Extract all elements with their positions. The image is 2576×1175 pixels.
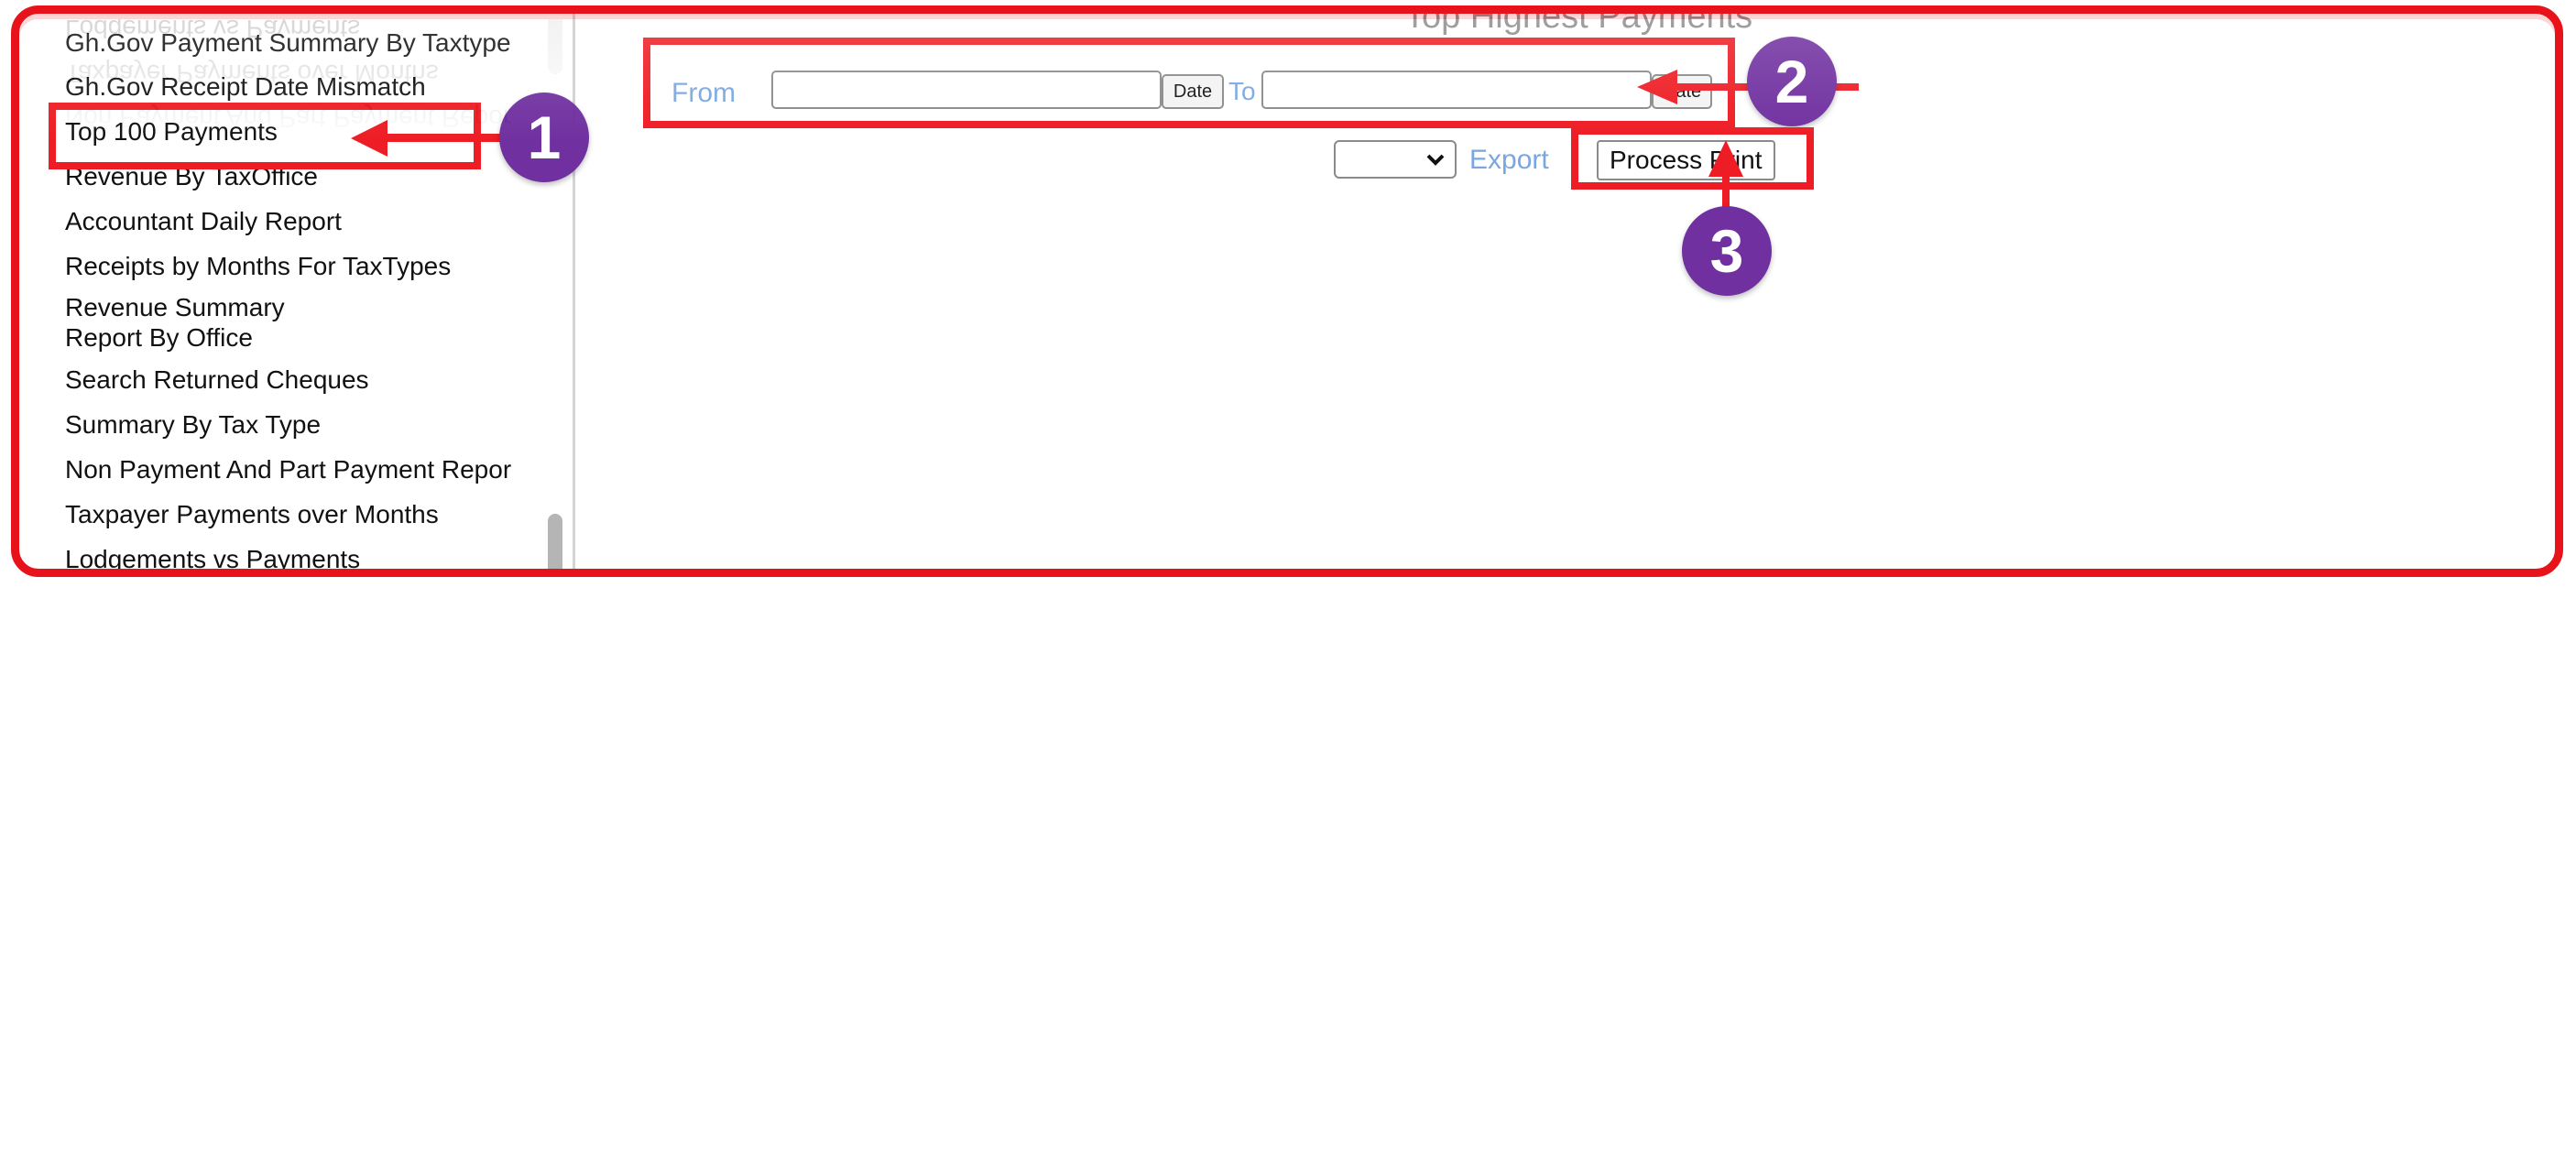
export-format-select[interactable] (1334, 140, 1457, 179)
sidebar-item-non-payment-part-payment[interactable]: Non Payment And Part Payment Repor (65, 454, 511, 485)
sidebar-item-revenue-summary-by-office[interactable]: Revenue Summary Report By Office (65, 292, 367, 353)
chevron-down-icon (1426, 154, 1445, 166)
step-badge-3: 3 (1682, 206, 1772, 296)
sidebar-item-lodgements-vs-payments[interactable]: Lodgements vs Payments (65, 544, 360, 569)
report-sidebar: Gh.Gov Payment Summary By Taxtype Gh.Gov… (19, 14, 575, 569)
highlight-box-2 (643, 38, 1735, 128)
app-window: Gh.Gov Payment Summary By Taxtype Gh.Gov… (11, 5, 2563, 577)
sidebar-item-ghgov-receipt-date-mismatch[interactable]: Gh.Gov Receipt Date Mismatch (65, 71, 426, 103)
export-link[interactable]: Export (1469, 145, 1549, 176)
arrow-left-icon (351, 120, 387, 157)
sidebar-item-search-returned-cheques[interactable]: Search Returned Cheques (65, 364, 369, 396)
sidebar-item-receipts-by-months[interactable]: Receipts by Months For TaxTypes (65, 251, 451, 282)
sidebar-item-accountant-daily-report[interactable]: Accountant Daily Report (65, 206, 342, 237)
page-title: Top Highest Payments (1404, 5, 1753, 36)
screenshot: Gh.Gov Payment Summary By Taxtype Gh.Gov… (0, 0, 2576, 591)
step-badge-1: 1 (499, 92, 589, 182)
sidebar-item-summary-by-tax-type[interactable]: Summary By Tax Type (65, 409, 321, 441)
sidebar-item-taxpayer-payments-over-months[interactable]: Taxpayer Payments over Months (65, 499, 439, 530)
highlight-box-3 (1571, 127, 1814, 190)
step-badge-2: 2 (1747, 37, 1837, 126)
arrow-left-icon (1637, 70, 1677, 104)
arrow-1-shaft (381, 134, 518, 142)
arrow-up-icon (1708, 140, 1743, 177)
sidebar-scrollbar-thumb[interactable] (548, 514, 562, 569)
sidebar-item-ghgov-payment-summary[interactable]: Gh.Gov Payment Summary By Taxtype (65, 27, 511, 59)
